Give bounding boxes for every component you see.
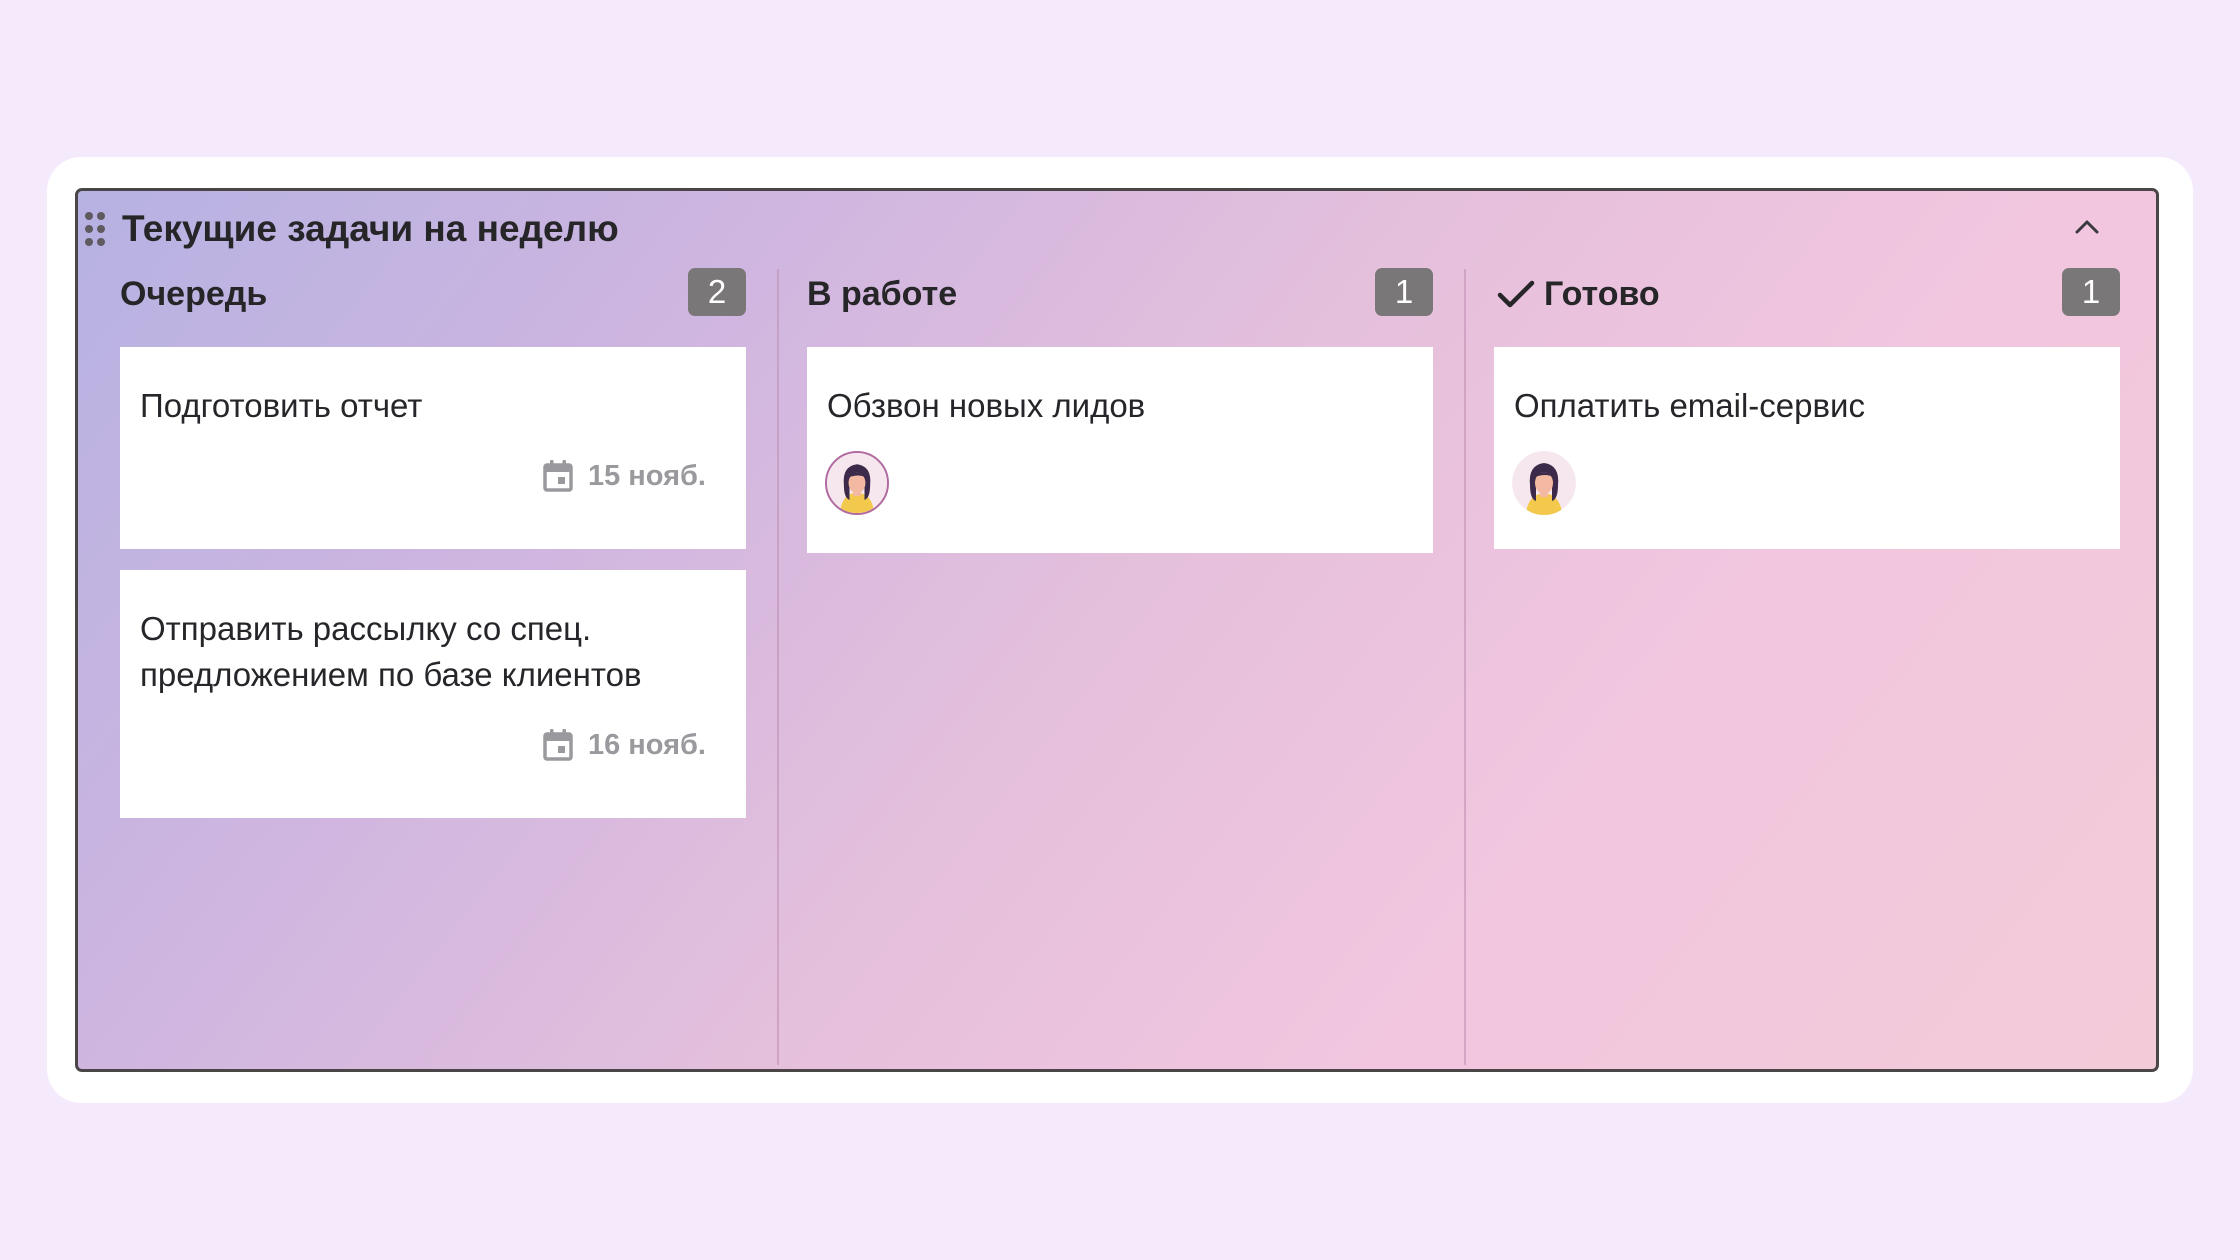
calendar-icon	[543, 729, 573, 761]
column-done: Готово 1 Оплатить email-сервис	[1494, 268, 2120, 1068]
due-date-text: 15 нояб.	[587, 459, 706, 492]
count-badge: 1	[1375, 268, 1433, 316]
assignee-avatar[interactable]	[825, 451, 889, 515]
column-divider	[1464, 269, 1466, 1065]
board-title: Текущие задачи на неделю	[122, 208, 619, 249]
column-in-progress: В работе 1 Обзвон новых лидов	[807, 268, 1433, 1068]
column-title-group: Готово	[1494, 274, 1660, 314]
column-queue: Очередь 2 Подготовить отчет 15 нояб. Отп…	[120, 268, 746, 1068]
due-date: 15 нояб.	[542, 459, 706, 493]
task-card[interactable]: Подготовить отчет 15 нояб.	[120, 347, 746, 549]
due-date: 16 нояб.	[542, 728, 706, 762]
column-title: Очередь	[120, 275, 268, 313]
drag-handle-icon[interactable]	[84, 211, 106, 247]
task-card[interactable]: Обзвон новых лидов	[807, 347, 1433, 553]
check-icon	[1497, 280, 1535, 308]
task-title: Подготовить отчет	[140, 387, 423, 424]
board-header: Текущие задачи на неделю	[78, 191, 2156, 265]
chevron-up-icon[interactable]	[2072, 212, 2102, 242]
column-header: В работе 1	[807, 268, 1433, 318]
count-badge: 2	[688, 268, 746, 316]
due-date-text: 16 нояб.	[587, 728, 706, 761]
user-avatar-icon	[827, 453, 887, 513]
kanban-board: Текущие задачи на неделю Очередь 2 Подго…	[75, 188, 2159, 1072]
column-title: В работе	[807, 275, 958, 313]
task-title: Оплатить email-сервис	[1514, 387, 1865, 424]
task-card[interactable]: Отправить рассылку со спец. предложением…	[120, 570, 746, 818]
task-title: Отправить рассылку со спец. предложением…	[140, 610, 642, 693]
task-card[interactable]: Оплатить email-сервис	[1494, 347, 2120, 549]
user-avatar-icon	[1512, 451, 1576, 515]
column-header: Готово 1	[1494, 268, 2120, 318]
calendar-icon	[543, 460, 573, 492]
column-header: Очередь 2	[120, 268, 746, 318]
task-title: Обзвон новых лидов	[827, 387, 1146, 424]
assignee-avatar[interactable]	[1512, 451, 1576, 515]
count-badge: 1	[2062, 268, 2120, 316]
column-divider	[777, 269, 779, 1065]
column-title: Готово	[1544, 275, 1660, 313]
